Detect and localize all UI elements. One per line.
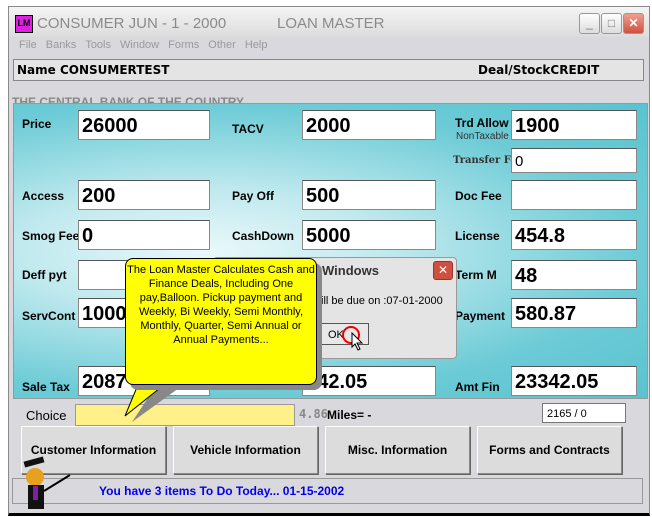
professor-mascot-icon bbox=[23, 456, 71, 509]
cash-down-label: CashDown bbox=[232, 229, 295, 243]
smog-fee-label: Smog Fee bbox=[22, 229, 80, 243]
name-bar: Name CONSUMERTEST Deal/StockCREDIT bbox=[13, 59, 644, 81]
customer-name: Name CONSUMERTEST bbox=[17, 63, 170, 77]
term-label: Term M bbox=[455, 268, 497, 282]
trd-allow-label: Trd Allow bbox=[455, 116, 509, 130]
menu-tools[interactable]: Tools bbox=[85, 39, 111, 51]
amt-fin-input[interactable]: 23342.05 bbox=[511, 366, 637, 396]
tooltip-pointer bbox=[124, 380, 190, 422]
app-title: LOAN MASTER bbox=[277, 15, 385, 32]
close-button[interactable]: ✕ bbox=[623, 13, 644, 34]
menu-window[interactable]: Window bbox=[120, 39, 159, 51]
license-input[interactable]: 454.8 bbox=[511, 220, 637, 250]
term-input[interactable]: 48 bbox=[511, 260, 637, 290]
trd-allow-input[interactable]: 1900 bbox=[511, 110, 637, 140]
vehicle-information-button[interactable]: Vehicle Information bbox=[173, 426, 318, 474]
sale-tax-label: Sale Tax bbox=[22, 380, 70, 394]
menu-banks[interactable]: Banks bbox=[46, 39, 77, 51]
total-input[interactable]: 9742.05 bbox=[302, 366, 436, 396]
menu-bar: File Banks Tools Window Forms Other Help bbox=[19, 39, 276, 51]
menu-other[interactable]: Other bbox=[208, 39, 236, 51]
smog-fee-input[interactable]: 0 bbox=[78, 220, 210, 250]
serv-cont-label: ServCont bbox=[22, 309, 76, 323]
tacv-label: TACV bbox=[232, 122, 264, 136]
todo-status[interactable]: You have 3 items To Do Today... 01-15-20… bbox=[99, 484, 344, 498]
transfer-fee-input[interactable]: 0 bbox=[511, 148, 637, 173]
menu-help[interactable]: Help bbox=[245, 39, 268, 51]
deff-pyt-label: Deff pyt bbox=[22, 268, 67, 282]
doc-fee-input[interactable] bbox=[511, 180, 637, 210]
license-label: License bbox=[455, 229, 500, 243]
maximize-button[interactable]: □ bbox=[601, 13, 622, 34]
access-input[interactable]: 200 bbox=[78, 180, 210, 210]
dialog-close-button[interactable]: ✕ bbox=[433, 261, 453, 280]
choice-label: Choice bbox=[26, 408, 67, 423]
mouse-cursor-icon bbox=[351, 332, 364, 351]
price-label: Price bbox=[22, 117, 52, 131]
rate-value: 4.86 bbox=[299, 407, 328, 421]
minimize-button[interactable]: _ bbox=[579, 13, 600, 34]
access-label: Access bbox=[22, 189, 65, 203]
deal-stock: Deal/StockCREDIT bbox=[478, 63, 600, 77]
misc-information-button[interactable]: Misc. Information bbox=[325, 426, 470, 474]
payment-input[interactable]: 580.87 bbox=[511, 298, 637, 328]
amt-fin-label: Amt Fin bbox=[455, 380, 500, 394]
cash-down-input[interactable]: 5000 bbox=[302, 220, 436, 250]
window-title: CONSUMER JUN - 1 - 2000 bbox=[37, 15, 227, 32]
help-tooltip: The Loan Master Calculates Cash and Fina… bbox=[125, 258, 317, 385]
dialog-message: ill be due on :07-01-2000 bbox=[321, 295, 443, 307]
app-logo-icon: LM bbox=[15, 15, 33, 33]
pay-off-label: Pay Off bbox=[232, 189, 275, 203]
transfer-fee-label: Transfer Fe bbox=[453, 155, 517, 166]
doc-fee-label: Doc Fee bbox=[455, 189, 502, 203]
menu-forms[interactable]: Forms bbox=[168, 39, 199, 51]
counter-field: 2165 / 0 bbox=[542, 403, 626, 423]
miles-value: Miles= - bbox=[327, 408, 372, 422]
nontaxable-label: NonTaxable bbox=[456, 131, 509, 142]
menu-file[interactable]: File bbox=[19, 39, 37, 51]
tacv-input[interactable]: 2000 bbox=[302, 110, 436, 140]
forms-and-contracts-button[interactable]: Forms and Contracts bbox=[477, 426, 622, 474]
status-bar: You have 3 items To Do Today... 01-15-20… bbox=[12, 478, 643, 504]
dialog-title: Windows bbox=[322, 263, 379, 278]
payment-label: Payment bbox=[455, 309, 506, 323]
title-bar: LM CONSUMER JUN - 1 - 2000 LOAN MASTER _… bbox=[9, 7, 649, 37]
price-input[interactable]: 26000 bbox=[78, 110, 210, 140]
pay-off-input[interactable]: 500 bbox=[302, 180, 436, 210]
